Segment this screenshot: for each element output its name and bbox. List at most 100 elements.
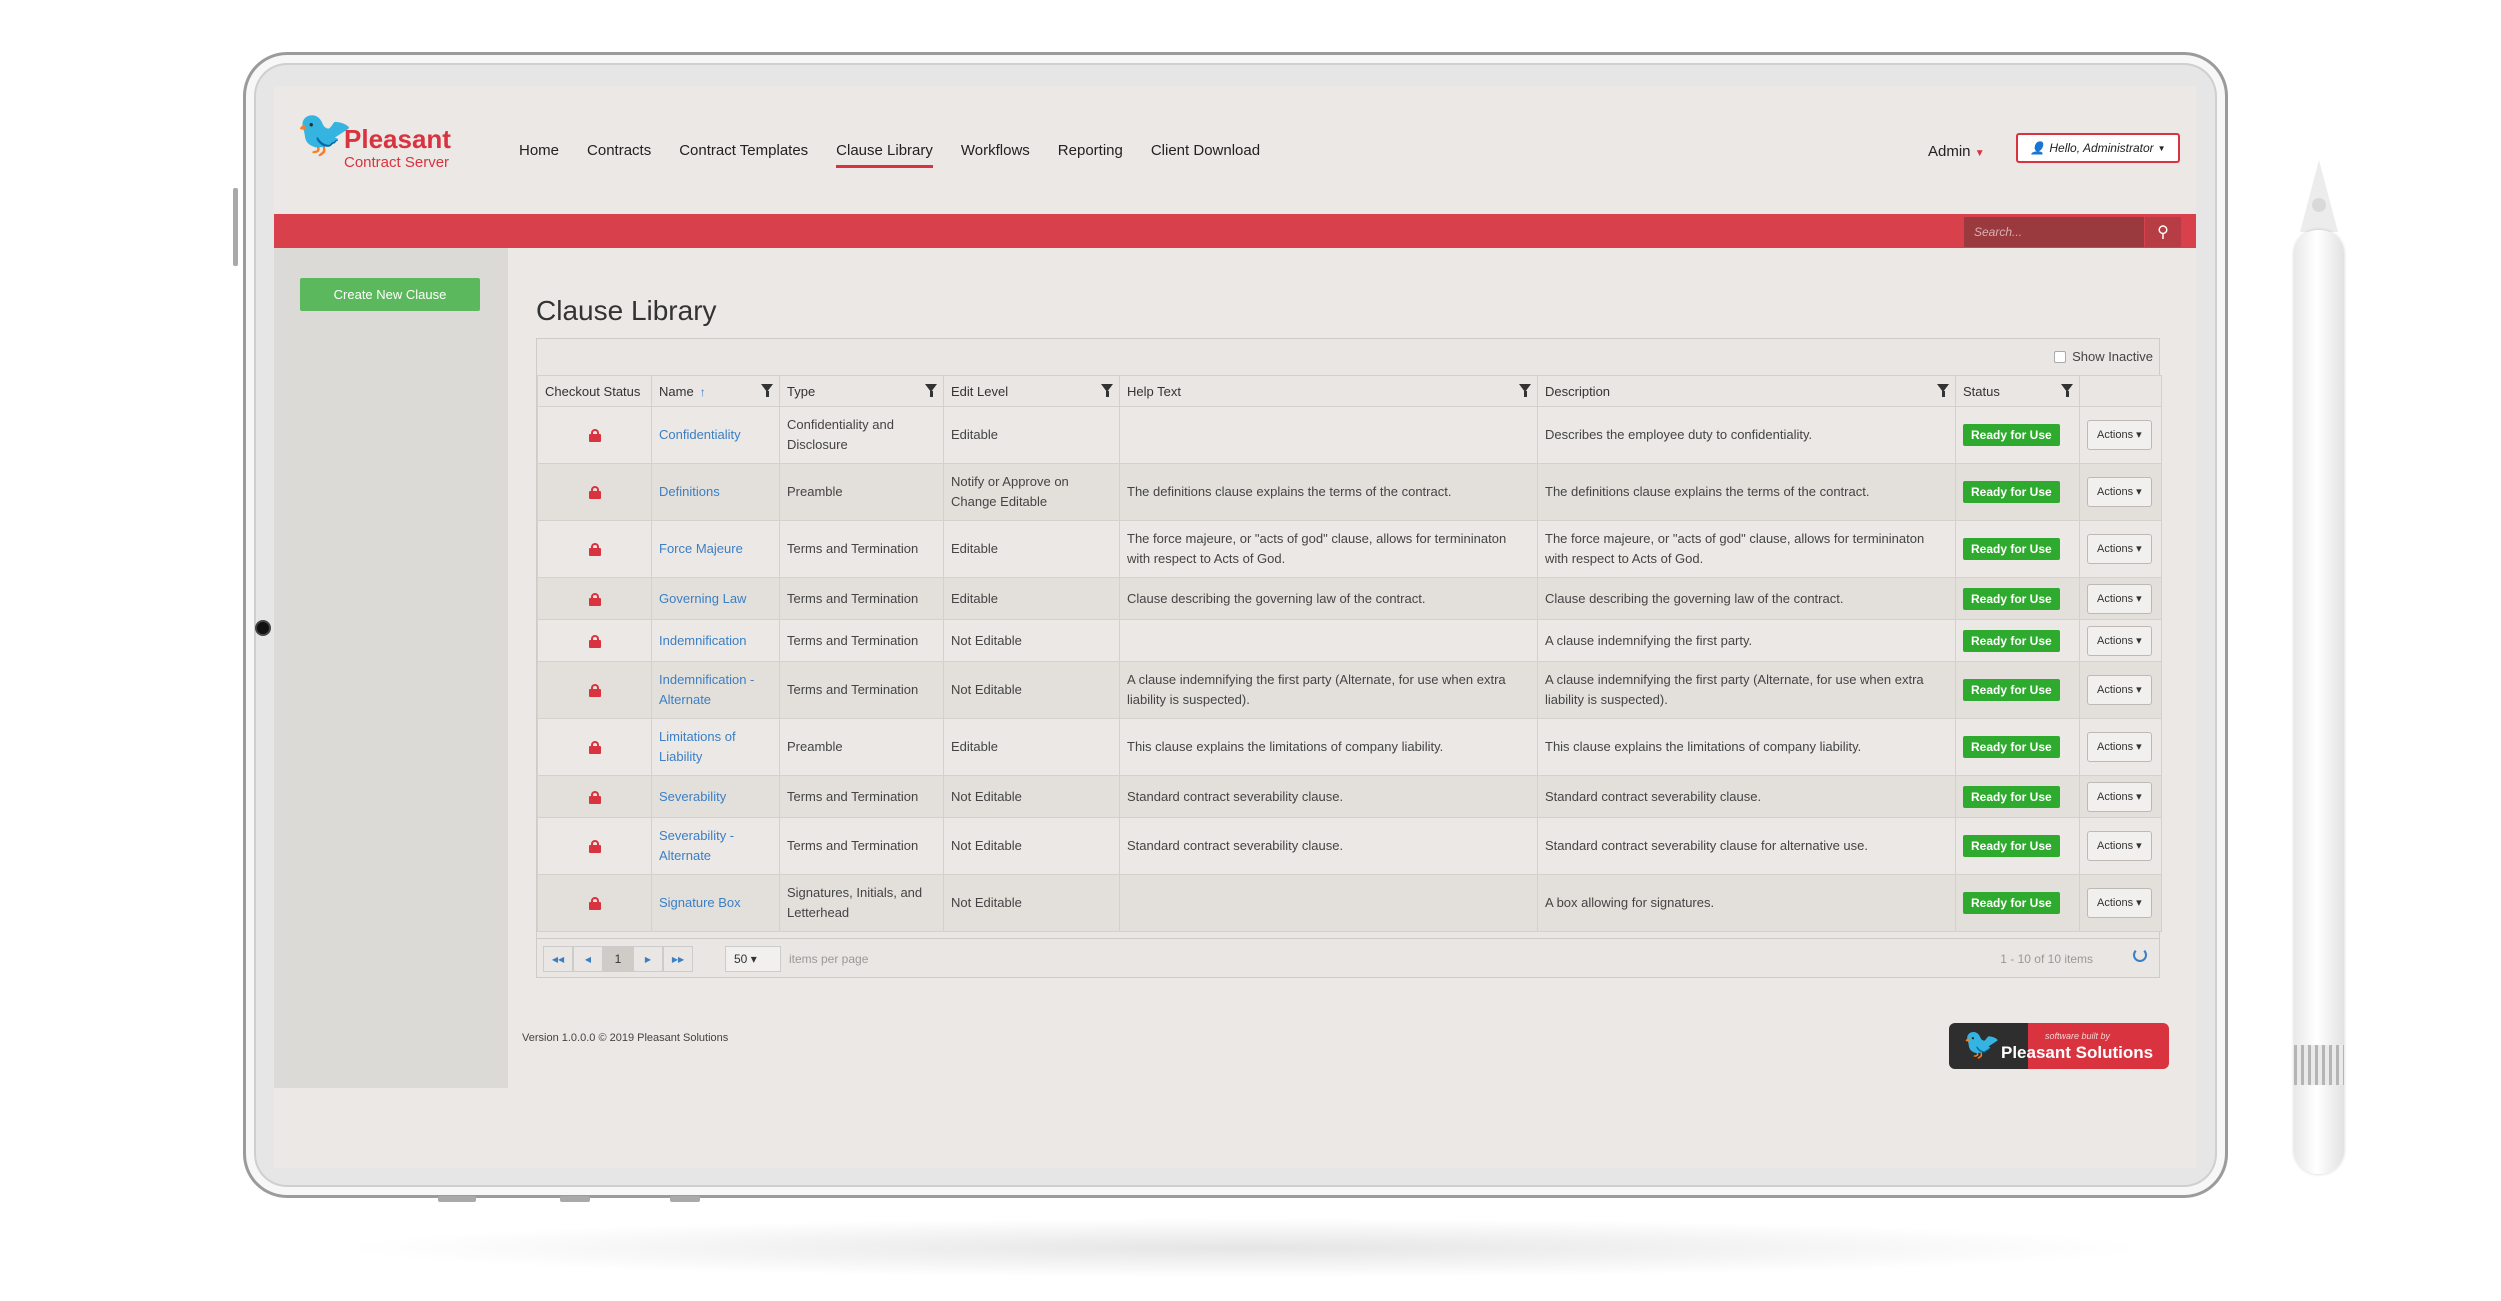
grid-toolbar: Show Inactive — [537, 339, 2159, 375]
user-menu-button[interactable]: 👤 Hello, Administrator ▼ — [2016, 133, 2180, 163]
pleasant-solutions-badge[interactable]: 🐦 software built by Pleasant Solutions — [1949, 1023, 2169, 1069]
nav-client-download[interactable]: Client Download — [1151, 142, 1260, 168]
nav-contracts[interactable]: Contracts — [587, 142, 651, 168]
clause-name-link[interactable]: Force Majeure — [659, 541, 743, 556]
actions-dropdown[interactable]: Actions ▾ — [2087, 477, 2152, 507]
show-inactive-toggle[interactable]: Show Inactive — [2054, 349, 2153, 364]
cell-checkout — [537, 775, 652, 818]
user-label: Hello, Administrator — [2049, 141, 2154, 155]
filter-icon[interactable] — [1101, 384, 1113, 397]
actions-dropdown[interactable]: Actions ▾ — [2087, 732, 2152, 762]
show-inactive-checkbox[interactable] — [2054, 350, 2067, 363]
tablet-bottom-button — [670, 1196, 700, 1202]
table-row[interactable]: Severability - Alternate Terms and Termi… — [537, 817, 2162, 875]
pager: ◀◀ ◀ 1 ▶ ▶▶ 50 ▾ items per page 1 - 10 o… — [537, 938, 2159, 977]
refresh-icon[interactable] — [2133, 948, 2147, 962]
clause-name-link[interactable]: Confidentiality — [659, 427, 741, 442]
cell-type: Signatures, Initials, and Letterhead — [779, 874, 944, 932]
table-row[interactable]: Definitions Preamble Notify or Approve o… — [537, 463, 2162, 521]
clause-name-link[interactable]: Definitions — [659, 484, 720, 499]
cell-checkout — [537, 520, 652, 578]
cell-edit-level: Notify or Approve on Change Editable — [943, 463, 1120, 521]
create-new-clause-button[interactable]: Create New Clause — [300, 278, 480, 311]
filter-icon[interactable] — [2061, 384, 2073, 397]
clause-name-link[interactable]: Limitations of Liability — [659, 729, 736, 764]
col-edit-level[interactable]: Edit Level — [943, 375, 1120, 407]
clause-name-link[interactable]: Severability — [659, 789, 726, 804]
cell-actions: Actions ▾ — [2079, 817, 2162, 875]
first-page-icon[interactable]: ◀◀ — [543, 946, 573, 972]
filter-icon[interactable] — [761, 384, 773, 397]
cell-status: Ready for Use — [1955, 577, 2080, 620]
cell-name: Limitations of Liability — [651, 718, 780, 776]
actions-dropdown[interactable]: Actions ▾ — [2087, 420, 2152, 450]
table-row[interactable]: Indemnification - Alternate Terms and Te… — [537, 661, 2162, 719]
nav-reporting[interactable]: Reporting — [1058, 142, 1123, 168]
filter-icon[interactable] — [1937, 384, 1949, 397]
actions-dropdown[interactable]: Actions ▾ — [2087, 583, 2152, 614]
table-header-row: Checkout Status Name ↑ Type Edit Level He… — [537, 375, 2162, 407]
clause-name-link[interactable]: Severability - Alternate — [659, 828, 734, 863]
cell-checkout — [537, 619, 652, 662]
col-name[interactable]: Name ↑ — [651, 375, 780, 407]
cell-status: Ready for Use — [1955, 520, 2080, 578]
clause-name-link[interactable]: Indemnification — [659, 633, 746, 648]
table-row[interactable]: Governing Law Terms and Termination Edit… — [537, 577, 2162, 620]
actions-dropdown[interactable]: Actions ▾ — [2087, 781, 2152, 812]
prev-page-icon[interactable]: ◀ — [573, 946, 603, 972]
table-row[interactable]: Force Majeure Terms and Termination Edit… — [537, 520, 2162, 578]
search-input[interactable]: Search... — [1964, 217, 2144, 247]
table-row[interactable]: Severability Terms and Termination Not E… — [537, 775, 2162, 818]
badge-small-text: software built by — [2045, 1031, 2111, 1041]
cell-help-text: Clause describing the governing law of t… — [1119, 577, 1538, 620]
table-row[interactable]: Confidentiality Confidentiality and Disc… — [537, 406, 2162, 464]
col-checkout-status[interactable]: Checkout Status — [537, 375, 652, 407]
sort-asc-icon: ↑ — [699, 384, 706, 399]
cell-name: Force Majeure — [651, 520, 780, 578]
cell-actions: Actions ▾ — [2079, 775, 2162, 818]
lock-icon — [588, 592, 601, 606]
table-row[interactable]: Indemnification Terms and Termination No… — [537, 619, 2162, 662]
cell-description: A box allowing for signatures. — [1537, 874, 1956, 932]
per-page-select[interactable]: 50 ▾ — [725, 946, 781, 972]
cell-type: Preamble — [779, 463, 944, 521]
actions-dropdown[interactable]: Actions ▾ — [2087, 534, 2152, 564]
col-help-text[interactable]: Help Text — [1119, 375, 1538, 407]
app-logo[interactable]: 🐦 Pleasant Contract Server — [296, 110, 466, 180]
nav-contract-templates[interactable]: Contract Templates — [679, 142, 808, 168]
col-type[interactable]: Type — [779, 375, 944, 407]
lock-icon — [588, 634, 601, 648]
nav-workflows[interactable]: Workflows — [961, 142, 1030, 168]
status-badge: Ready for Use — [1963, 785, 2060, 808]
status-badge: Ready for Use — [1963, 587, 2060, 610]
cell-help-text — [1119, 874, 1538, 932]
clause-name-link[interactable]: Signature Box — [659, 895, 741, 910]
table-row[interactable]: Limitations of Liability Preamble Editab… — [537, 718, 2162, 776]
current-page-button[interactable]: 1 — [603, 946, 633, 972]
table-row[interactable]: Signature Box Signatures, Initials, and … — [537, 874, 2162, 932]
filter-icon[interactable] — [925, 384, 937, 397]
search-button[interactable]: ⚲ — [2145, 217, 2181, 247]
next-page-icon[interactable]: ▶ — [633, 946, 663, 972]
last-page-icon[interactable]: ▶▶ — [663, 946, 693, 972]
nav-home[interactable]: Home — [519, 142, 559, 168]
filter-icon[interactable] — [1519, 384, 1531, 397]
cell-name: Indemnification — [651, 619, 780, 662]
actions-dropdown[interactable]: Actions ▾ — [2087, 888, 2152, 918]
tablet-side-button — [233, 188, 238, 266]
col-status[interactable]: Status — [1955, 375, 2080, 407]
clause-name-link[interactable]: Indemnification - Alternate — [659, 672, 754, 707]
status-badge: Ready for Use — [1963, 424, 2060, 446]
cell-checkout — [537, 406, 652, 464]
actions-dropdown[interactable]: Actions ▾ — [2087, 625, 2152, 656]
actions-dropdown[interactable]: Actions ▾ — [2087, 831, 2152, 861]
clause-name-link[interactable]: Governing Law — [659, 591, 746, 606]
cell-type: Terms and Termination — [779, 775, 944, 818]
cell-status: Ready for Use — [1955, 463, 2080, 521]
col-description[interactable]: Description — [1537, 375, 1956, 407]
admin-menu[interactable]: Admin ▼ — [1928, 143, 1985, 160]
nav-clause-library[interactable]: Clause Library — [836, 142, 933, 168]
cell-name: Definitions — [651, 463, 780, 521]
cell-edit-level: Not Editable — [943, 775, 1120, 818]
actions-dropdown[interactable]: Actions ▾ — [2087, 675, 2152, 705]
